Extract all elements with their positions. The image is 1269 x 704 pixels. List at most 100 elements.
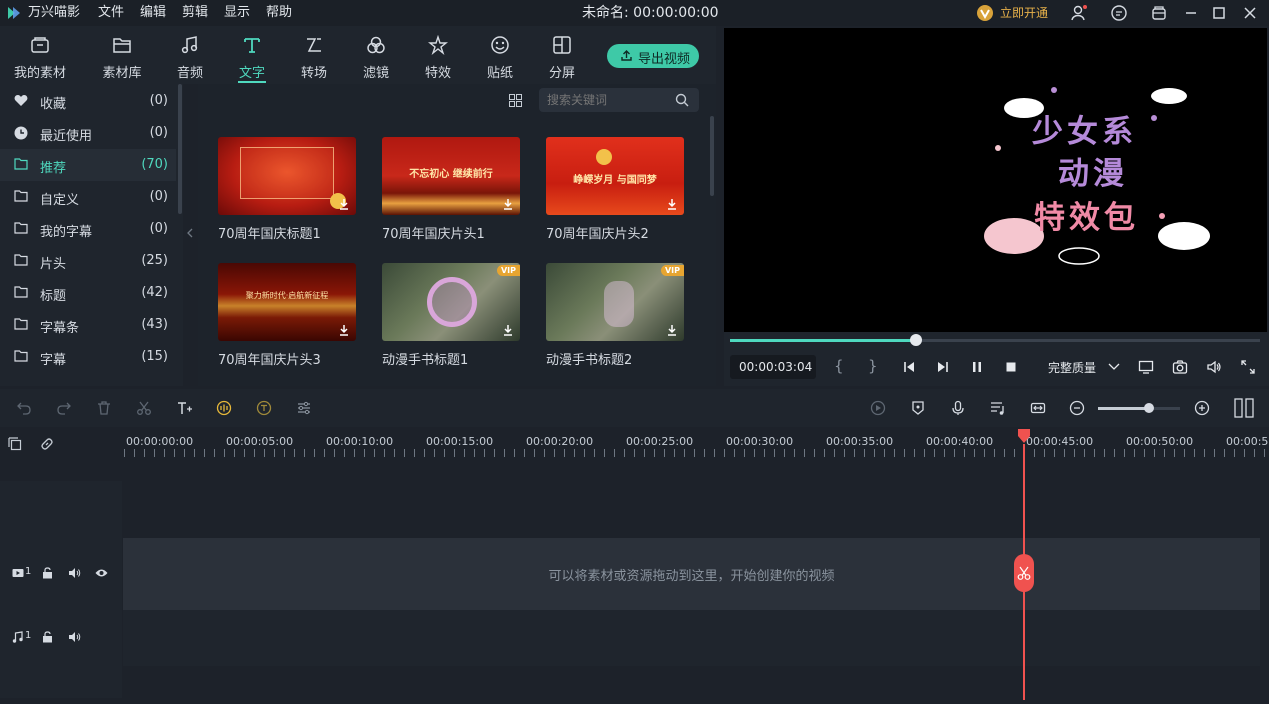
tab-library[interactable]: 素材库 [92,26,152,84]
menu-edit[interactable]: 编辑 [140,0,166,26]
text-to-speech-icon[interactable] [256,400,272,416]
sidebar-scrollbar[interactable] [178,84,182,214]
pause-icon[interactable] [970,360,984,374]
template-thumbnail[interactable]: VIP [546,263,684,341]
tab-filter[interactable]: 滤镜 [346,26,406,84]
preview-title-line-1: 少女系 [1032,114,1137,150]
tab-sticker[interactable]: 贴纸 [470,26,530,84]
store-icon[interactable] [1150,4,1168,22]
download-icon[interactable] [666,198,678,210]
progress-track[interactable] [730,334,1260,346]
sidebar-item-recent[interactable]: 最近使用 (0) [0,117,176,149]
fit-timeline-icon[interactable] [1030,400,1046,416]
speech-to-text-icon[interactable] [216,400,232,416]
zoom-in-icon[interactable] [1194,400,1210,416]
scissors-icon [1017,565,1031,581]
volume-icon[interactable] [1206,359,1222,375]
cut-icon[interactable] [136,400,152,416]
timeline-ruler[interactable]: 00:00:00:00 00:00:05:00 00:00:10:00 00:0… [0,427,1269,461]
ruler-label: 00:00:25:00 [626,435,694,448]
zoom-out-icon[interactable] [1069,400,1085,416]
download-icon[interactable] [338,324,350,336]
tab-split-screen[interactable]: 分屏 [532,26,592,84]
sidebar-item-lower-thirds[interactable]: 字幕条 (43) [0,309,176,341]
maximize-icon[interactable] [1210,4,1228,22]
speaker-icon[interactable] [68,567,81,579]
zoom-knob[interactable] [1143,403,1154,413]
tab-audio[interactable]: 音频 [160,26,220,84]
layout-toggle-icon[interactable] [1234,398,1254,418]
playhead-handle[interactable] [1017,428,1031,444]
snapshot-icon[interactable] [1172,359,1188,375]
sidebar-item-openers[interactable]: 片头 (25) [0,245,176,277]
lock-icon[interactable] [42,631,53,643]
delete-icon[interactable] [96,400,112,416]
grid-view-icon[interactable] [509,94,522,107]
search-icon[interactable] [675,93,689,107]
collapse-sidebar-icon[interactable] [186,228,194,238]
template-thumbnail[interactable]: 峥嵘岁月 与国同梦 [546,137,684,215]
next-frame-icon[interactable] [936,360,950,374]
grid-scrollbar[interactable] [710,116,714,196]
template-thumbnail[interactable] [218,137,356,215]
search-input[interactable] [547,91,671,109]
download-icon[interactable] [502,324,514,336]
sidebar-item-subtitles[interactable]: 字幕 (15) [0,341,176,373]
sidebar-item-my-subtitles[interactable]: 我的字幕 (0) [0,213,176,245]
ruler-label: 00:00:40:00 [926,435,994,448]
render-icon[interactable] [870,400,886,416]
tab-text[interactable]: 文字 [222,26,282,84]
sidebar-item-custom[interactable]: 自定义 (0) [0,181,176,213]
add-text-icon[interactable] [176,400,192,416]
minimize-icon[interactable] [1182,4,1200,22]
render-preview-icon[interactable] [1138,359,1154,375]
vip-crown-icon[interactable] [976,4,994,22]
sidebar-item-titles[interactable]: 标题 (42) [0,277,176,309]
close-icon[interactable] [1241,4,1259,22]
add-track-icon[interactable] [8,437,22,451]
tab-effects[interactable]: 特效 [408,26,468,84]
video-preview[interactable]: 少女系 动漫 特效包 [724,28,1267,332]
zoom-slider[interactable] [1098,403,1180,413]
quality-select[interactable]: 完整质量 [1040,355,1124,379]
link-icon[interactable] [40,437,54,451]
menu-file[interactable]: 文件 [98,0,124,26]
sidebar-item-recommended[interactable]: 推荐 (70) [0,149,176,181]
account-icon[interactable] [1070,4,1088,22]
tab-transition[interactable]: 转场 [284,26,344,84]
template-thumbnail[interactable]: 聚力新时代·启航新征程 [218,263,356,341]
sidebar-item-favorites[interactable]: 收藏 (0) [0,85,176,117]
search-field[interactable] [539,88,699,112]
template-thumbnail[interactable]: 不忘初心 继续前行 [382,137,520,215]
mark-out-button[interactable]: } [868,357,878,375]
template-thumbnail[interactable]: VIP [382,263,520,341]
lock-icon[interactable] [42,567,53,579]
progress-knob[interactable] [909,334,922,346]
video-track-lane[interactable]: 可以将素材或资源拖动到这里，开始创建你的视频 [123,538,1260,610]
marker-icon[interactable] [910,400,926,416]
undo-icon[interactable] [16,400,32,416]
adjust-icon[interactable] [296,400,312,416]
redo-icon[interactable] [56,400,72,416]
audio-track-lane[interactable] [123,610,1260,666]
record-voice-icon[interactable] [950,400,966,416]
fullscreen-icon[interactable] [1240,359,1256,375]
tab-my-media[interactable]: 我的素材 [10,26,70,84]
export-video-button[interactable]: 导出视频 [607,44,699,68]
download-icon[interactable] [338,198,350,210]
menu-clip[interactable]: 剪辑 [182,0,208,26]
menu-help[interactable]: 帮助 [266,0,292,26]
mark-in-button[interactable]: { [834,357,844,375]
prev-frame-icon[interactable] [902,360,916,374]
vip-upgrade-link[interactable]: 立即开通 [1000,0,1048,26]
split-button[interactable] [1014,554,1034,592]
category-sidebar: 收藏 (0) 最近使用 (0) 推荐 (70) 自定义 (0) 我的字幕 (0)… [0,84,183,386]
eye-icon[interactable] [95,568,108,578]
download-icon[interactable] [502,198,514,210]
feedback-icon[interactable] [1110,4,1128,22]
download-icon[interactable] [666,324,678,336]
speaker-icon[interactable] [68,631,81,643]
stop-icon[interactable] [1004,360,1018,374]
menu-view[interactable]: 显示 [224,0,250,26]
audio-mixer-icon[interactable] [990,400,1006,416]
